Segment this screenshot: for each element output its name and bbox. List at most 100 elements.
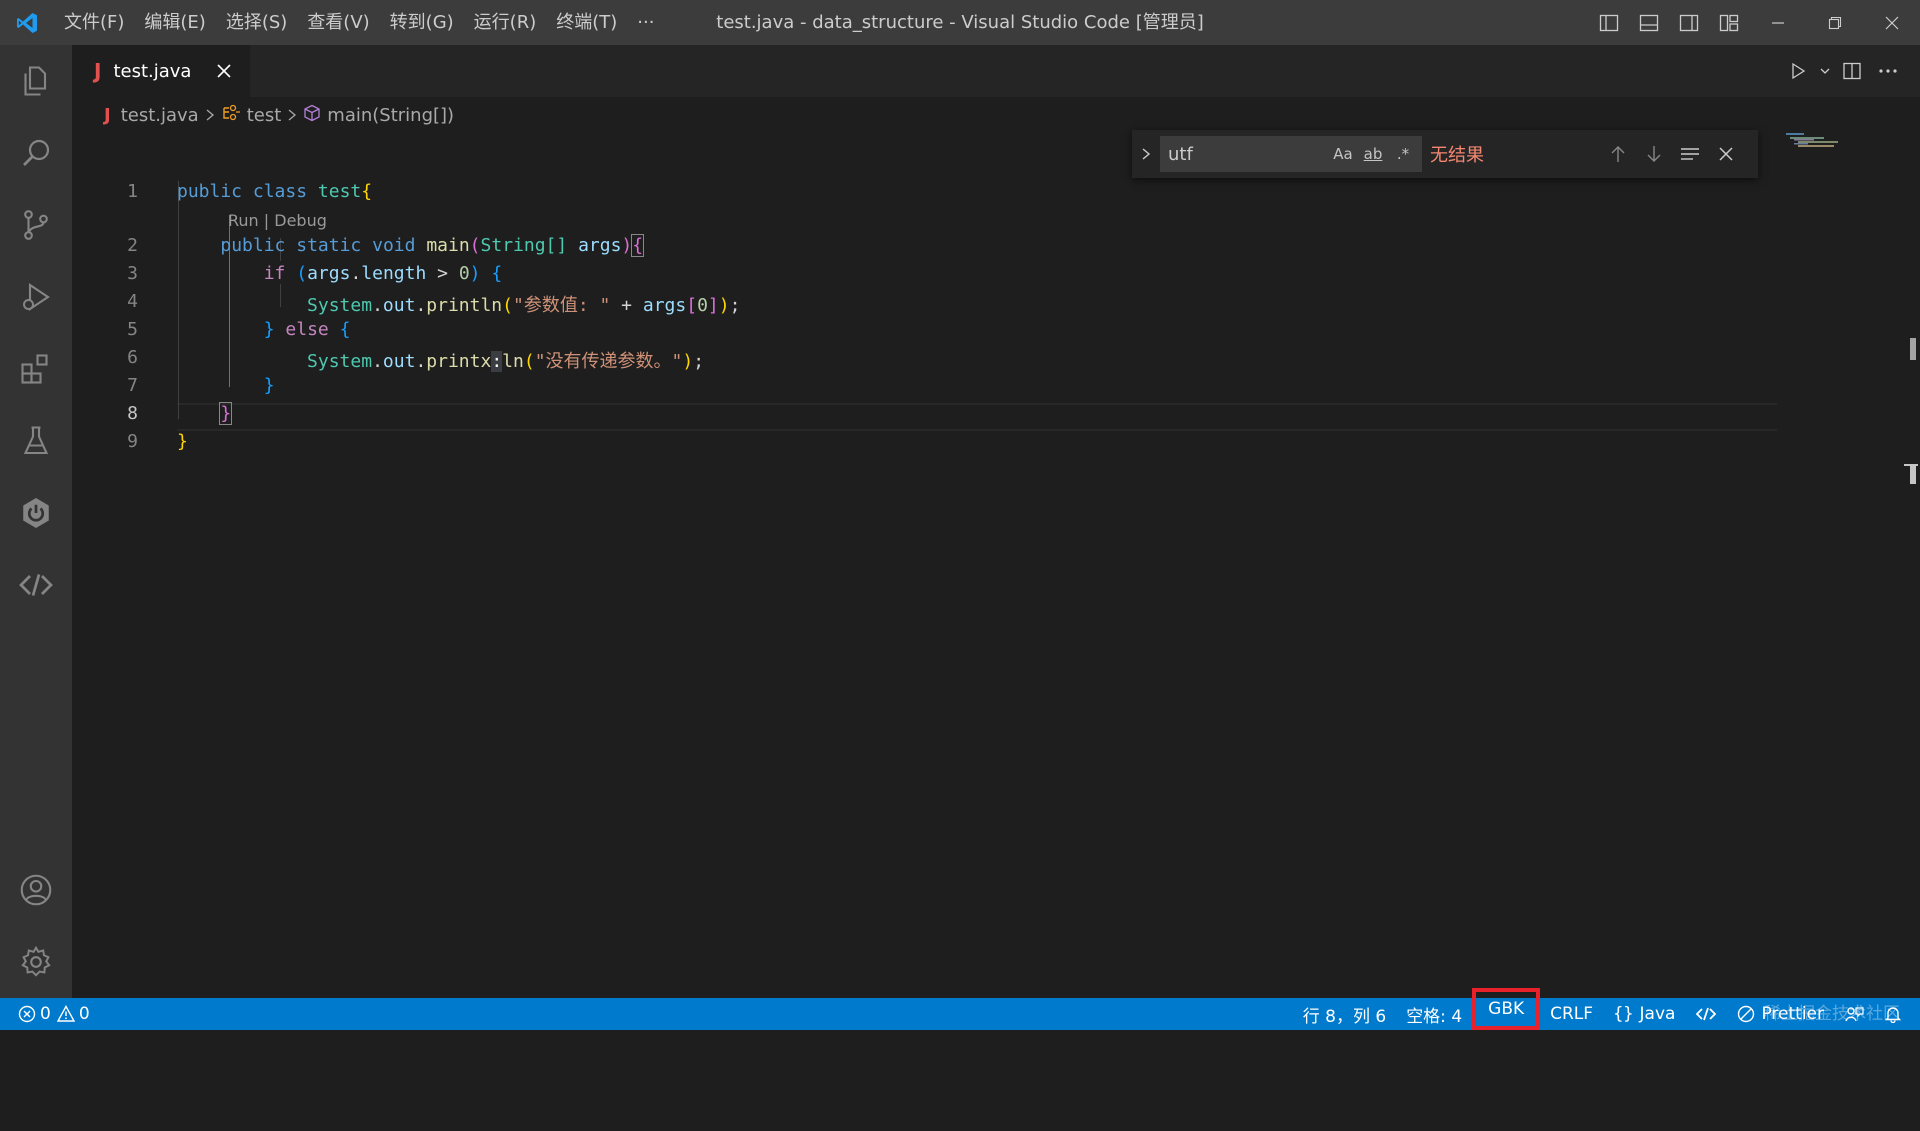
close-icon[interactable]	[212, 59, 236, 83]
testing-icon[interactable]	[0, 405, 72, 477]
breadcrumb-file[interactable]: test.java	[121, 105, 199, 126]
language-mode[interactable]: {} Java	[1603, 998, 1685, 1030]
previous-match-icon[interactable]	[1600, 136, 1636, 172]
code-line-1[interactable]: public class test{	[177, 181, 372, 202]
code-editor[interactable]: 1 2 3 4 5 6 7 8 9 public class test{ Run…	[72, 133, 1920, 998]
class-name: test	[317, 181, 362, 202]
error-icon	[18, 1005, 36, 1023]
cursor-position[interactable]: 行 8，列 6	[1293, 998, 1396, 1030]
keyword: public	[177, 181, 243, 202]
find-in-selection-icon[interactable]	[1672, 136, 1708, 172]
keyword: if	[263, 263, 286, 284]
dot: .	[350, 263, 362, 284]
vscode-logo-icon	[0, 0, 54, 45]
scrollbar-marker	[1910, 464, 1916, 484]
code-line-2[interactable]: public static void main(String[] args){	[177, 234, 645, 257]
line-number: 2	[127, 235, 138, 256]
code-line-9[interactable]: }	[177, 431, 188, 452]
menu-more[interactable]: ···	[627, 0, 664, 45]
toggle-replace-chevron-icon[interactable]	[1132, 130, 1160, 178]
more-actions-icon[interactable]	[1870, 45, 1906, 97]
line-number: 5	[127, 319, 138, 340]
class-icon	[221, 104, 241, 127]
next-match-icon[interactable]	[1636, 136, 1672, 172]
toggle-secondary-sidebar-icon[interactable]	[1669, 0, 1709, 45]
source-control-icon[interactable]	[0, 189, 72, 261]
current-line-highlight	[177, 403, 1777, 431]
close-window-icon[interactable]	[1863, 0, 1920, 45]
spring-boot-icon[interactable]	[0, 477, 72, 549]
bracket: {	[339, 319, 351, 340]
bracket: ]	[707, 295, 719, 316]
class-name: System	[307, 295, 373, 316]
menu-go[interactable]: 转到(G)	[380, 0, 464, 45]
code-line-3[interactable]: if (args.length > 0) {	[177, 263, 503, 284]
error-count: 0	[40, 1004, 51, 1024]
breadcrumb-method[interactable]: main(String[])	[327, 105, 454, 126]
field: out	[382, 351, 416, 372]
run-dropdown-icon[interactable]	[1816, 45, 1834, 97]
menu-terminal[interactable]: 终端(T)	[546, 0, 627, 45]
extensions-icon[interactable]	[0, 333, 72, 405]
menu-selection[interactable]: 选择(S)	[216, 0, 297, 45]
problems-status[interactable]: 0 0	[0, 998, 90, 1030]
codelens-run-debug[interactable]: Run | Debug	[228, 211, 327, 230]
notifications-bell-icon[interactable]	[1874, 998, 1912, 1030]
find-input[interactable]: utf Aa ab .*	[1160, 136, 1422, 172]
find-query: utf	[1168, 143, 1193, 165]
bracket: }	[263, 375, 275, 396]
toggle-panel-icon[interactable]	[1629, 0, 1669, 45]
bracket: )	[718, 295, 730, 316]
status-bar: 0 0 行 8，列 6 空格: 4 GBK CRLF {} Java Prett…	[0, 988, 1920, 1030]
explorer-icon[interactable]	[0, 45, 72, 117]
prettier-status[interactable]: Prettier	[1727, 998, 1834, 1030]
use-regex-toggle[interactable]: .*	[1388, 136, 1418, 172]
semicolon: ;	[729, 295, 741, 316]
field: out	[382, 295, 416, 316]
tab-test-java[interactable]: J test.java	[72, 45, 250, 97]
bracket: )	[621, 235, 633, 256]
match-whole-word-toggle[interactable]: ab	[1358, 136, 1388, 172]
file-encoding[interactable]: GBK	[1472, 988, 1541, 1030]
code-line-4[interactable]: System.out.println("参数值: " + args[0]);	[177, 291, 740, 317]
remote-status[interactable]	[1685, 998, 1727, 1030]
close-find-icon[interactable]	[1708, 136, 1744, 172]
account-icon[interactable]	[0, 854, 72, 926]
variable: args	[307, 263, 351, 284]
bracket: }	[177, 431, 188, 452]
match-case-toggle[interactable]: Aa	[1328, 136, 1358, 172]
line-number: 3	[127, 263, 138, 284]
split-editor-icon[interactable]	[1834, 45, 1870, 97]
minimap[interactable]	[1786, 131, 1846, 151]
menu-file[interactable]: 文件(F)	[54, 0, 134, 45]
remote-explorer-icon[interactable]	[0, 549, 72, 621]
menu-view[interactable]: 查看(V)	[297, 0, 379, 45]
line-number: 7	[127, 375, 138, 396]
code-line-6[interactable]: System.out.printx:ln("没有传递参数。");	[177, 347, 704, 373]
search-icon[interactable]	[0, 117, 72, 189]
number: 0	[697, 295, 708, 316]
minimize-icon[interactable]	[1749, 0, 1806, 45]
toggle-primary-sidebar-icon[interactable]	[1589, 0, 1629, 45]
indentation[interactable]: 空格: 4	[1396, 998, 1472, 1030]
variable: args	[642, 295, 687, 316]
menu-edit[interactable]: 编辑(E)	[134, 0, 215, 45]
prettier-check-icon	[1737, 1005, 1755, 1023]
activity-bar	[0, 45, 72, 998]
breadcrumb-class[interactable]: test	[247, 105, 282, 126]
warning-icon	[56, 1005, 75, 1023]
settings-gear-icon[interactable]	[0, 926, 72, 998]
type-name: String[]	[480, 235, 568, 256]
semicolon: ;	[693, 351, 705, 372]
restore-icon[interactable]	[1806, 0, 1863, 45]
run-debug-icon[interactable]	[0, 261, 72, 333]
end-of-line[interactable]: CRLF	[1540, 998, 1603, 1030]
customize-layout-icon[interactable]	[1709, 0, 1749, 45]
code-line-7[interactable]: }	[177, 375, 275, 396]
menu-run[interactable]: 运行(R)	[464, 0, 547, 45]
feedback-icon[interactable]	[1834, 998, 1874, 1030]
code-line-8[interactable]: }	[177, 402, 233, 425]
code-line-5[interactable]: } else {	[177, 319, 351, 340]
bracket: )	[682, 351, 694, 372]
run-file-icon[interactable]	[1780, 45, 1816, 97]
